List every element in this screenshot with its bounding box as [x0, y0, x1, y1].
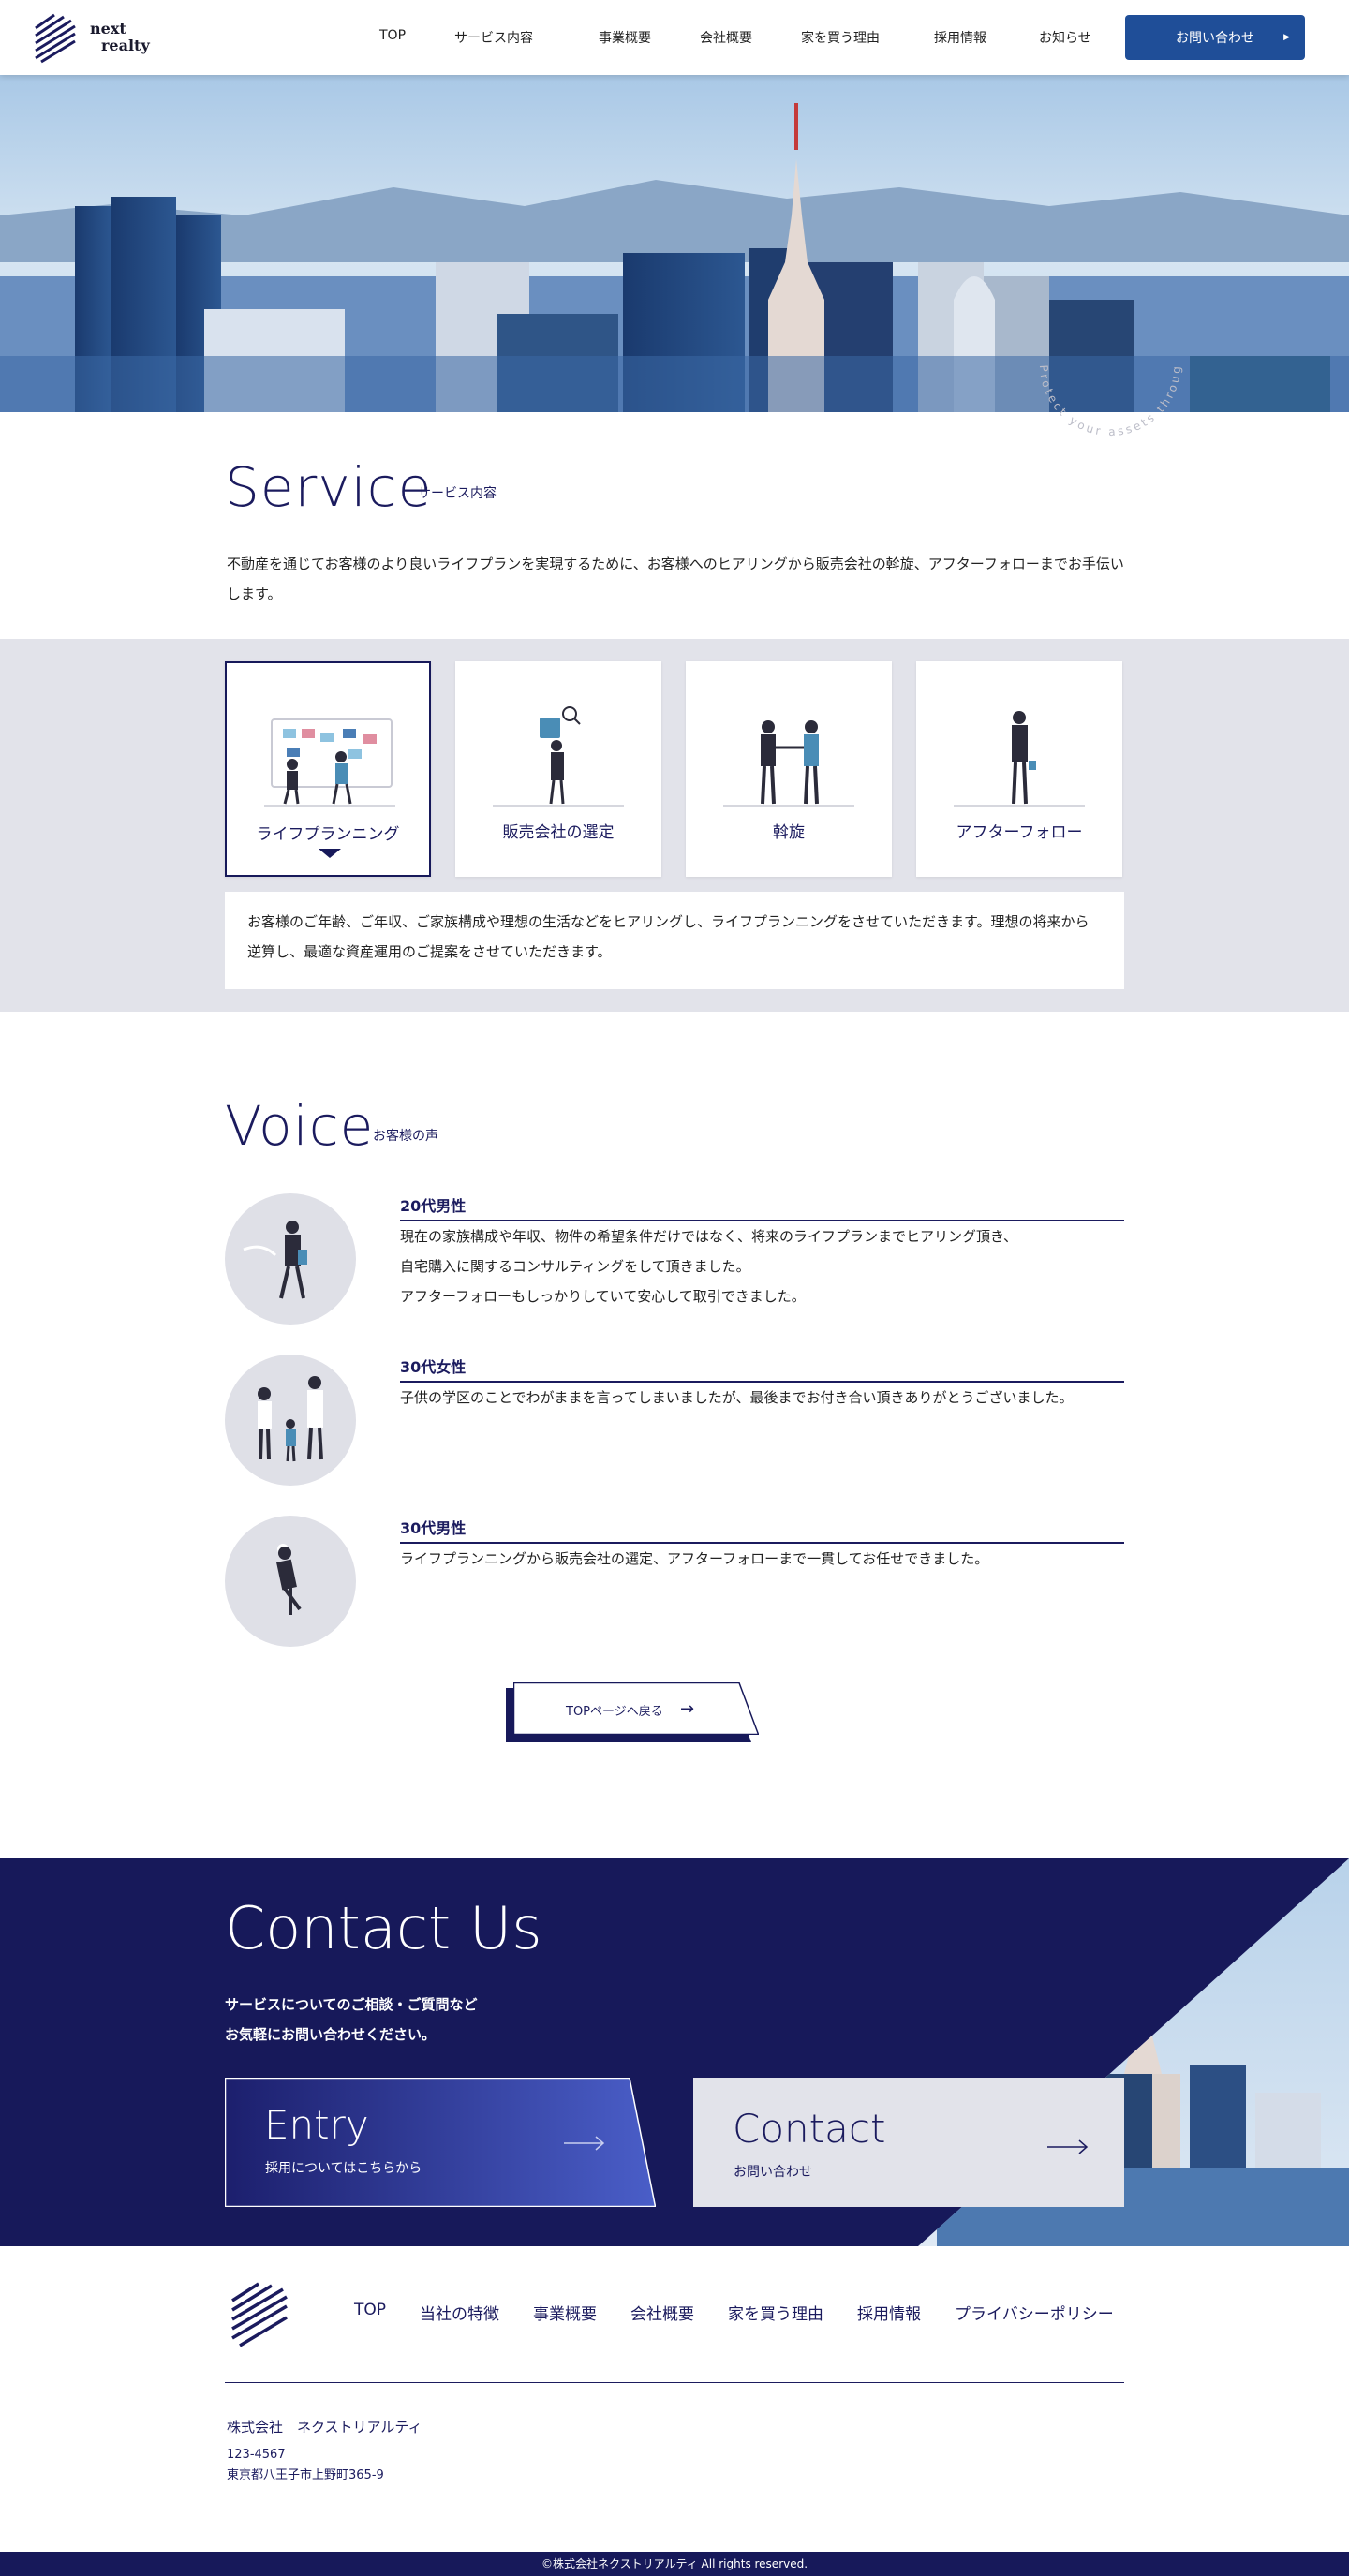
nav-business[interactable]: 事業概要: [599, 28, 651, 47]
company-address: 123-4567 東京都八王子市上野町365-9: [227, 2445, 384, 2486]
nav-service[interactable]: サービス内容: [454, 28, 533, 47]
entry-card[interactable]: Entry 採用についてはこちらから: [225, 2078, 656, 2207]
service-card-label: ライフプランニング: [256, 825, 400, 844]
contact-section: [0, 1858, 1349, 2246]
voice-text: ライフプランニングから販売会社の選定、アフターフォローまで一貫してお任せできまし…: [400, 1550, 989, 1567]
arrow-right-icon: →: [680, 1699, 695, 1719]
back-to-top-button[interactable]: TOPページへ戻る →: [506, 1682, 759, 1742]
voice-subtitle: お客様の声: [373, 1129, 438, 1144]
footer-nav-company[interactable]: 会社概要: [630, 2301, 694, 2324]
contact-lead: サービスについてのご相談・ご質問など お気軽にお問い合わせください。: [225, 1990, 478, 2050]
service-card-label: 斡旋: [773, 823, 805, 842]
footer-nav-top[interactable]: TOP: [354, 2301, 386, 2324]
site-logo[interactable]: next realty: [34, 11, 156, 64]
circular-tagline-text: Protect your assets through: [1021, 347, 1180, 438]
copyright: ©株式会社ネクストリアルティ All rights reserved.: [0, 2552, 1349, 2576]
header-contact-button[interactable]: お問い合わせ ▶: [1125, 15, 1305, 60]
contact-card[interactable]: Contact お問い合わせ: [693, 2078, 1124, 2207]
site-header: next realty TOP サービス内容 事業概要 会社概要 家を買う理由 …: [0, 0, 1349, 75]
avatar: [225, 1516, 356, 1647]
nav-reason[interactable]: 家を買う理由: [801, 28, 880, 47]
voice-text: 現在の家族構成や年収、物件の希望条件だけではなく、将来のライフプランまでヒアリン…: [400, 1228, 1017, 1305]
contact-card-subtitle: お問い合わせ: [734, 2165, 812, 2180]
street-address: 東京都八王子市上野町365-9: [227, 2468, 384, 2482]
footer-nav-recruit[interactable]: 採用情報: [857, 2301, 921, 2324]
family-illustration-icon: [258, 1376, 323, 1462]
contact-lead-line-1: サービスについてのご相談・ご質問など: [225, 1996, 478, 2013]
footer-nav-features[interactable]: 当社の特徴: [420, 2301, 499, 2324]
footer-nav-privacy[interactable]: プライバシーポリシー: [955, 2301, 1114, 2324]
nav-top[interactable]: TOP: [379, 28, 406, 47]
company-name: 株式会社 ネクストリアルティ: [227, 2419, 422, 2435]
logo-mark-icon: [35, 13, 76, 64]
voice-name: 30代女性: [400, 1355, 1124, 1383]
contact-title: Contact Us: [225, 1894, 542, 1962]
nav-recruit[interactable]: 採用情報: [934, 28, 986, 47]
service-card-selection[interactable]: 販売会社の選定: [455, 661, 661, 877]
contact-lead-line-2: お気軽にお問い合わせください。: [225, 2026, 437, 2043]
nav-news[interactable]: お知らせ: [1039, 28, 1091, 47]
zip-code: 123-4567: [227, 2448, 286, 2462]
service-card-label: アフターフォロー: [956, 823, 1083, 842]
voice-name: 30代男性: [400, 1516, 1124, 1544]
man-walking-illustration-icon: [243, 1221, 307, 1299]
circular-tagline: Protect your assets through: [1021, 347, 1183, 438]
arrow-right-icon: [564, 2136, 605, 2151]
header-contact-label: お問い合わせ: [1176, 31, 1254, 46]
triangle-right-icon: ▶: [1283, 33, 1290, 42]
footer-logo-icon[interactable]: [230, 2280, 290, 2347]
logo-wordmark: next realty: [90, 21, 150, 54]
contact-card-title: Contact: [733, 2106, 886, 2152]
footer-nav: TOP 当社の特徴 事業概要 会社概要 家を買う理由 採用情報 プライバシーポリ…: [354, 2301, 1114, 2324]
businessman-illustration-icon: [954, 711, 1085, 807]
logo-line-2: realty: [101, 37, 150, 54]
logo-line-1: next: [90, 20, 126, 37]
jumping-man-illustration-icon: [276, 1544, 302, 1615]
nav-company[interactable]: 会社概要: [700, 28, 752, 47]
svg-text:Protect your assets through: Protect your assets through: [1021, 347, 1183, 438]
service-card-mediation[interactable]: 斡旋: [686, 661, 892, 877]
footer-nav-business[interactable]: 事業概要: [533, 2301, 597, 2324]
service-description: お客様のご年齢、ご年収、ご家族構成や理想の生活などをヒアリングし、ライフプランニ…: [225, 892, 1124, 989]
arrow-right-icon: [1047, 2139, 1089, 2154]
service-lead: 不動産を通じてお客様のより良いライフプランを実現するために、お客様へのヒアリング…: [227, 555, 1124, 602]
entry-title: Entry: [264, 2102, 369, 2148]
service-card-lifeplan[interactable]: ライフプランニング: [225, 661, 431, 877]
search-person-illustration-icon: [493, 706, 624, 807]
handshake-illustration-icon: [723, 720, 854, 807]
entry-subtitle: 採用についてはこちらから: [265, 2161, 422, 2176]
lifeplan-illustration-icon: [264, 718, 395, 807]
caret-down-icon: [319, 849, 341, 858]
footer-divider: [225, 2382, 1124, 2383]
avatar: [225, 1193, 356, 1325]
avatar: [225, 1355, 356, 1486]
main-nav: TOP サービス内容 事業概要 会社概要 家を買う理由 採用情報 お知らせ: [379, 28, 1140, 47]
voice-name: 20代男性: [400, 1193, 1124, 1221]
service-subtitle: サービス内容: [418, 486, 497, 501]
contact-city-image: [918, 1858, 1349, 2246]
footer-nav-reason[interactable]: 家を買う理由: [728, 2301, 823, 2324]
voice-text: 子供の学区のことでわがままを言ってしまいましたが、最後までお付き合い頂きありがと…: [400, 1389, 1074, 1406]
service-title: Service: [225, 455, 433, 519]
back-to-top-label: TOPページへ戻る: [566, 1705, 663, 1719]
service-card-label: 販売会社の選定: [502, 823, 615, 842]
service-card-afterfollow[interactable]: アフターフォロー: [916, 661, 1122, 877]
voice-title: Voice: [225, 1094, 375, 1158]
